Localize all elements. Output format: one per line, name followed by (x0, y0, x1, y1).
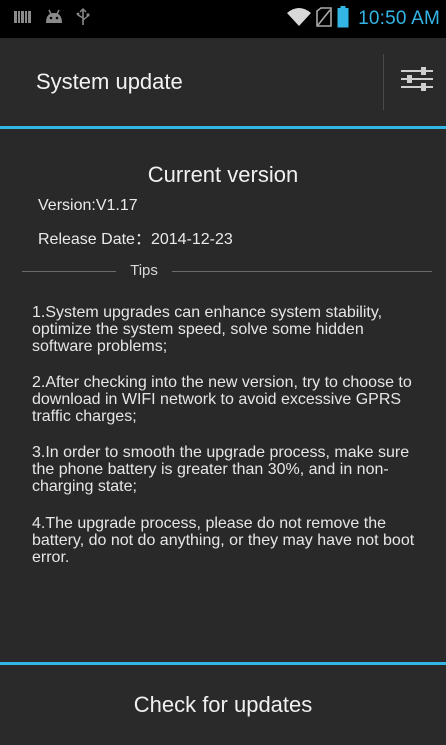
tips-divider: Tips (22, 262, 432, 282)
release-date-text: Release Date：2014-12-23 (38, 231, 233, 248)
tip-item: 4.The upgrade process, please do not rem… (32, 515, 415, 566)
update-content: Current version Version:V1.17 Release Da… (0, 129, 446, 662)
current-version-heading: Current version (147, 162, 299, 187)
footer: Check for updates (0, 665, 446, 745)
no-sim-icon (316, 6, 332, 32)
barcode-icon (14, 9, 32, 30)
settings-button[interactable] (395, 52, 439, 110)
page-title: System update (36, 69, 183, 94)
clock: 10:50 AM (358, 8, 440, 29)
tips-line-left (22, 271, 116, 272)
version-text: Version:V1.17 (38, 197, 138, 214)
action-bar: System update (0, 38, 446, 126)
check-for-updates-button[interactable]: Check for updates (0, 665, 446, 745)
tips-label: Tips (130, 262, 158, 279)
tip-item: 1.System upgrades can enhance system sta… (32, 304, 383, 355)
tip-item: 3.In order to smooth the upgrade process… (32, 444, 410, 495)
action-bar-divider (383, 54, 384, 110)
status-bar: 10:50 AM (0, 0, 446, 38)
battery-icon (337, 5, 349, 33)
sliders-icon (399, 64, 435, 99)
tips-line-right (172, 271, 432, 272)
wifi-icon (287, 7, 312, 32)
android-debug-icon (44, 9, 64, 30)
tip-item: 2.After checking into the new version, t… (32, 374, 412, 425)
usb-icon (76, 7, 90, 31)
